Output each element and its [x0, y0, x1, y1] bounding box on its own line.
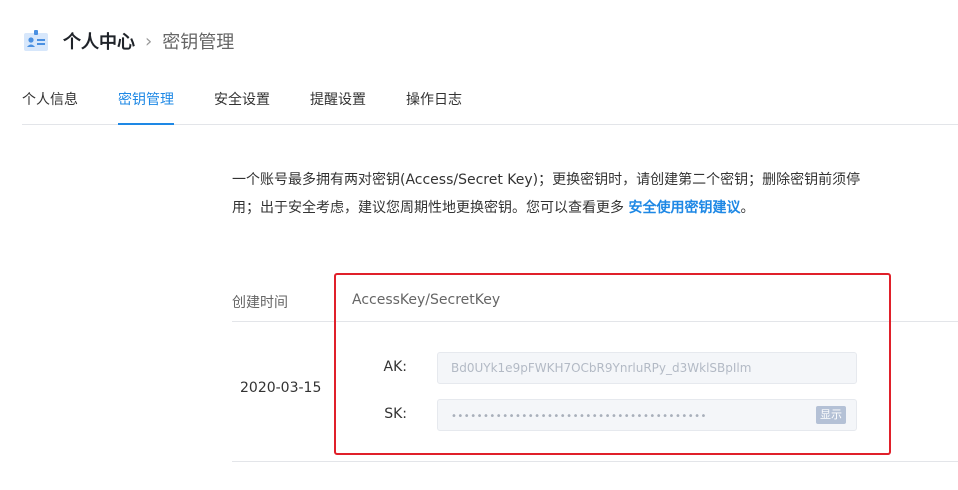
breadcrumb-separator: ›	[145, 30, 153, 52]
access-key-value: Bd0UYk1e9pFWKH7OCbR9YnrluRPy_d3WklSBpIlm	[451, 361, 752, 375]
ak-label: AK:	[383, 359, 407, 375]
table-header: 创建时间 AccessKey/SecretKey	[232, 282, 958, 322]
id-card-icon	[22, 27, 50, 55]
tab-key-management[interactable]: 密钥管理	[118, 80, 174, 125]
tab-bar: 个人信息 密钥管理 安全设置 提醒设置 操作日志	[22, 80, 958, 125]
secret-key-field[interactable]: ••••••••••••••••••••••••••••••••••••••••…	[437, 399, 857, 431]
sk-label: SK:	[384, 406, 407, 422]
page-title: 个人中心	[63, 32, 135, 53]
tab-reminder-settings[interactable]: 提醒设置	[310, 80, 366, 124]
security-advice-link[interactable]: 安全使用密钥建议	[628, 200, 740, 216]
table-row: 2020-03-15 AK: Bd0UYk1e9pFWKH7OCbR9Ynrlu…	[232, 322, 958, 462]
key-notice: 一个账号最多拥有两对密钥(Access/Secret Key)；更换密钥时，请创…	[232, 166, 862, 222]
tab-operation-log[interactable]: 操作日志	[406, 80, 462, 124]
column-header-created-time: 创建时间	[232, 295, 288, 311]
access-key-field[interactable]: Bd0UYk1e9pFWKH7OCbR9YnrluRPy_d3WklSBpIlm	[437, 352, 857, 384]
tab-security-settings[interactable]: 安全设置	[214, 80, 270, 124]
created-date: 2020-03-15	[240, 380, 322, 396]
notice-suffix: 。	[740, 200, 755, 216]
tab-personal-info[interactable]: 个人信息	[22, 80, 78, 124]
notice-text: 一个账号最多拥有两对密钥(Access/Secret Key)；更换密钥时，请创…	[232, 172, 861, 216]
secret-key-masked-value: ••••••••••••••••••••••••••••••••••••••••	[451, 411, 707, 422]
breadcrumb-current: 密钥管理	[162, 32, 235, 53]
show-secret-key-button[interactable]: 显示	[816, 406, 846, 424]
column-header-key: AccessKey/SecretKey	[352, 292, 501, 308]
page-header: 个人中心 › 密钥管理	[22, 26, 234, 56]
